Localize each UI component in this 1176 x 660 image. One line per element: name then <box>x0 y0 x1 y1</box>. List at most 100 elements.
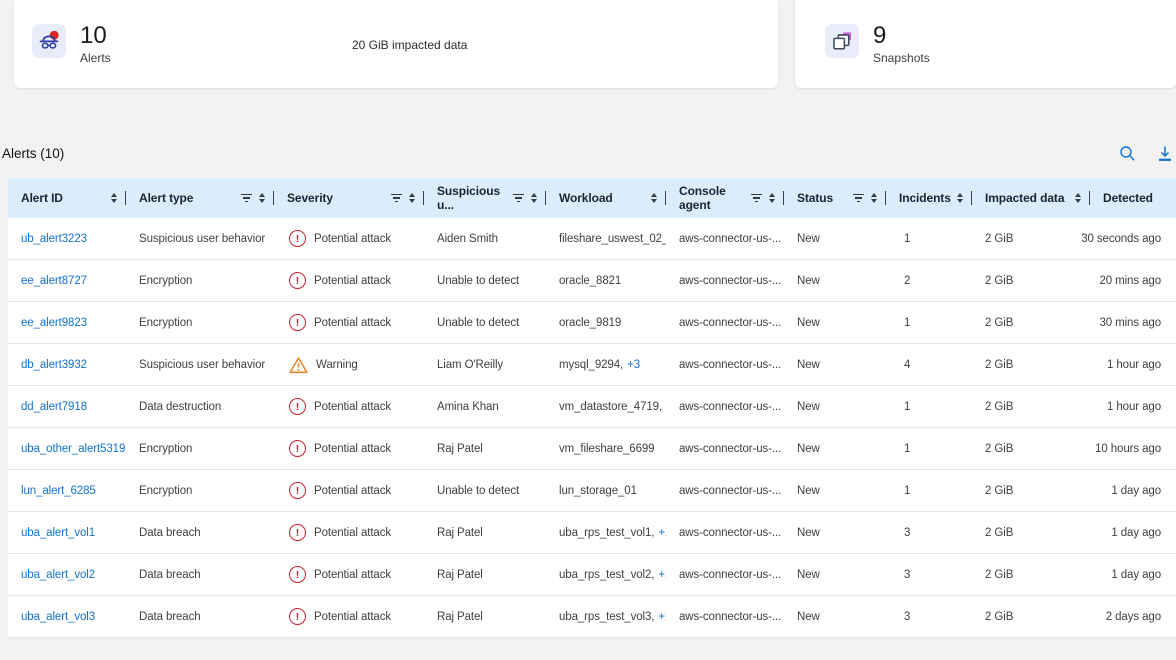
status-text: New <box>797 317 820 329</box>
severity-label: Potential attack <box>314 401 391 413</box>
column-label: Console agent <box>679 184 751 212</box>
filter-icon[interactable] <box>241 194 252 203</box>
cell-suspicious-user: Unable to detect <box>424 260 546 301</box>
column-header-impacted[interactable]: Impacted data <box>972 178 1090 218</box>
column-label: Status <box>797 191 833 205</box>
sort-icon[interactable] <box>957 193 963 204</box>
cell-severity: ! Potential attack <box>274 554 424 595</box>
alert-type-text: Data breach <box>139 569 201 581</box>
cell-severity: !Potential attack <box>274 386 424 427</box>
incidents-count: 1 <box>904 317 910 329</box>
download-button[interactable] <box>1156 144 1174 162</box>
filter-icon[interactable] <box>853 194 864 203</box>
column-label: Incidents <box>899 191 951 205</box>
cell-alert-id: uba_alert_vol2 <box>8 554 126 595</box>
workload-more-link[interactable]: +2 <box>658 569 666 581</box>
detected-time: 1 hour ago <box>1107 359 1161 371</box>
column-header-status[interactable]: Status <box>784 178 886 218</box>
cell-console-agent: aws-connector-us-... <box>666 260 784 301</box>
suspicious-user-text: Unable to detect <box>437 317 519 329</box>
potential-attack-icon: ! <box>289 440 306 457</box>
column-header-detected[interactable]: Detected <box>1090 178 1176 218</box>
search-icon <box>1119 145 1136 162</box>
alert-id-link[interactable]: uba_alert_vol3 <box>21 611 95 623</box>
filter-icon[interactable] <box>751 194 762 203</box>
impacted-data-value: 2 GiB <box>985 443 1013 455</box>
sort-icon[interactable] <box>111 193 117 204</box>
cell-detected: 10 hours ago <box>1090 428 1176 469</box>
alert-id-link[interactable]: db_alert3932 <box>21 359 87 371</box>
alert-id-link[interactable]: ee_alert8727 <box>21 275 87 287</box>
potential-attack-icon: ! <box>289 566 306 583</box>
sort-icon[interactable] <box>769 193 775 204</box>
column-label: Alert ID <box>21 191 63 205</box>
cell-impacted-data: 2 GiB <box>972 512 1090 553</box>
detected-time: 1 hour ago <box>1107 401 1161 413</box>
sort-icon[interactable] <box>871 193 877 204</box>
potential-attack-icon: ! <box>289 314 306 331</box>
column-label: Alert type <box>139 191 193 205</box>
alert-id-link[interactable]: uba_alert_vol2 <box>21 569 95 581</box>
alert-type-text: Suspicious user behavior <box>139 359 265 371</box>
workload-more-link[interactable]: +2 <box>658 611 666 623</box>
alert-id-link[interactable]: ee_alert9823 <box>21 317 87 329</box>
table-row: uba_alert_vol2 Data breach! Potential atta… <box>8 554 1176 596</box>
column-header-type[interactable]: Alert type <box>126 178 274 218</box>
workload-text: lun_storage_01 <box>559 485 637 497</box>
alert-type-text: Suspicious user behavior <box>139 233 265 245</box>
table-row: db_alert3932Suspicious user behaviorWarn… <box>8 344 1176 386</box>
sort-icon[interactable] <box>531 193 537 204</box>
suspicious-user-text: Liam O'Reilly <box>437 359 503 371</box>
alert-type-text: Encryption <box>139 275 192 287</box>
severity-label: Potential attack <box>314 569 391 581</box>
cell-alert-id: uba_alert_vol3 <box>8 596 126 637</box>
suspicious-user-text: Unable to detect <box>437 485 519 497</box>
filter-icon[interactable] <box>513 194 524 203</box>
sort-icon[interactable] <box>1075 193 1081 204</box>
impacted-data-value: 2 GiB <box>985 401 1013 413</box>
alert-id-link[interactable]: lun_alert_6285 <box>21 485 96 497</box>
table-body: ub_alert3223 Suspicious user behavior! Pot… <box>8 218 1176 638</box>
sort-icon[interactable] <box>651 193 657 204</box>
filter-icon[interactable] <box>391 194 402 203</box>
column-header-incidents[interactable]: Incidents <box>886 178 972 218</box>
cell-detected: 20 mins ago <box>1090 260 1176 301</box>
table-row: ee_alert8727Encryption!Potential attackU… <box>8 260 1176 302</box>
cell-console-agent: aws-connector-us-... <box>666 428 784 469</box>
cell-incidents: 4 <box>886 344 972 385</box>
workload-more-link[interactable]: +3 <box>627 359 640 371</box>
cell-detected: 30 mins ago <box>1090 302 1176 343</box>
console-agent-text: aws-connector-us-... <box>679 317 781 329</box>
alert-id-link[interactable]: uba_other_alert5319 <box>21 443 125 455</box>
workload-more-link[interactable]: +2 <box>658 527 666 539</box>
column-header-id[interactable]: Alert ID <box>8 178 126 218</box>
incidents-count: 2 <box>904 275 910 287</box>
cell-impacted-data: 2 GiB <box>972 260 1090 301</box>
sort-icon[interactable] <box>409 193 415 204</box>
workload-text: uba_rps_test_vol2, <box>559 569 654 581</box>
table-toolbar <box>1118 144 1174 162</box>
alert-id-link[interactable]: ub_alert3223 <box>21 233 87 245</box>
cell-alert-id: uba_alert_vol1 <box>8 512 126 553</box>
cell-suspicious-user: Unable to detect <box>424 302 546 343</box>
table-row: uba_alert_vol3Data breach!Potential atta… <box>8 596 1176 638</box>
sort-icon[interactable] <box>259 193 265 204</box>
column-header-agent[interactable]: Console agent <box>666 178 784 218</box>
alert-id-link[interactable]: dd_alert7918 <box>21 401 87 413</box>
suspicious-user-text: Raj Patel <box>437 611 483 623</box>
impacted-data-value: 2 GiB <box>985 569 1013 581</box>
cell-alert-id: dd_alert7918 <box>8 386 126 427</box>
column-header-workload[interactable]: Workload <box>546 178 666 218</box>
severity-label: Potential attack <box>314 611 391 623</box>
workload-text: vm_fileshare_6699 <box>559 443 654 455</box>
status-text: New <box>797 275 820 287</box>
cell-detected: 1 hour ago <box>1090 344 1176 385</box>
table-header-row: Alert ID Alert type SeveritySuspicious u..… <box>8 178 1176 218</box>
detected-time: 1 day ago <box>1111 485 1161 497</box>
column-header-severity[interactable]: Severity <box>274 178 424 218</box>
alert-id-link[interactable]: uba_alert_vol1 <box>21 527 95 539</box>
search-button[interactable] <box>1118 144 1136 162</box>
cell-incidents: 3 <box>886 596 972 637</box>
column-header-user[interactable]: Suspicious u... <box>424 178 546 218</box>
cell-suspicious-user: Amina Khan <box>424 386 546 427</box>
